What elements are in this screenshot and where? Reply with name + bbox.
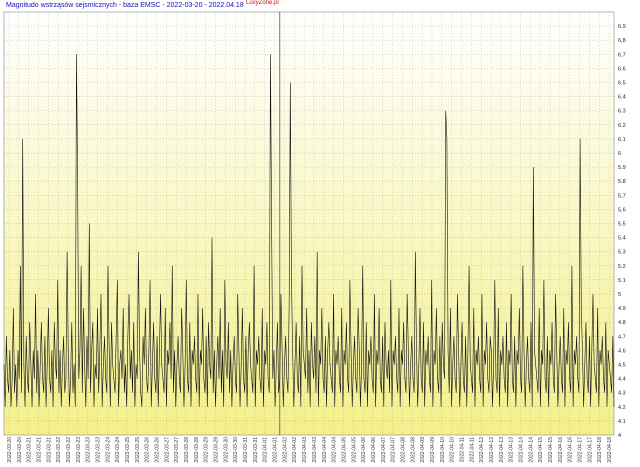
- y-tick-label: 5.9: [618, 165, 626, 171]
- x-tick-label: 2022-04-01: [273, 437, 279, 463]
- x-tick-label: 2022-03-31: [253, 437, 259, 463]
- x-tick-label: 2022-04-13: [509, 437, 515, 463]
- x-tick-label: 2022-03-22: [66, 437, 72, 463]
- y-tick-label: 4.6: [618, 348, 626, 354]
- x-tick-label: 2022-04-03: [302, 437, 308, 463]
- x-tick-label: 2022-04-13: [499, 437, 505, 463]
- x-tick-label: 2022-04-05: [341, 437, 347, 463]
- y-tick-label: 6.2: [618, 123, 626, 129]
- y-tick-label: 6.8: [618, 38, 626, 44]
- x-tick-label: 2022-04-10: [440, 437, 446, 463]
- y-tick-label: 4.3: [618, 391, 626, 397]
- x-tick-label: 2022-03-23: [76, 437, 82, 463]
- y-tick-label: 4.7: [618, 334, 626, 340]
- x-tick-label: 2022-03-31: [243, 437, 249, 463]
- y-tick-label: 4.8: [618, 320, 626, 326]
- y-tick-label: 5.4: [618, 236, 626, 242]
- y-tick-label: 5.3: [618, 250, 626, 256]
- x-tick-label: 2022-03-25: [135, 437, 141, 463]
- y-tick-label: 6.9: [618, 24, 626, 30]
- x-tick-label: 2022-04-06: [361, 437, 367, 463]
- y-tick-label: 5.7: [618, 193, 626, 199]
- y-tick-label: 5.5: [618, 222, 626, 228]
- x-tick-label: 2022-04-04: [332, 437, 338, 463]
- x-tick-label: 2022-03-22: [56, 437, 62, 463]
- x-tick-label: 2022-04-04: [322, 437, 328, 463]
- y-tick-label: 5.8: [618, 179, 626, 185]
- x-tick-label: 2022-03-24: [105, 437, 111, 463]
- x-tick-label: 2022-04-03: [312, 437, 318, 463]
- x-tick-label: 2022-04-07: [391, 437, 397, 463]
- y-tick-label: 4.2: [618, 405, 626, 411]
- y-tick-label: 6: [618, 151, 621, 157]
- x-tick-label: 2022-03-30: [233, 437, 239, 463]
- x-tick-label: 2022-04-11: [469, 437, 475, 462]
- y-tick-label: 5: [618, 292, 621, 298]
- x-tick-label: 2022-03-21: [27, 437, 33, 463]
- x-tick-label: 2022-04-05: [351, 437, 357, 463]
- y-tick-label: 6.5: [618, 81, 626, 87]
- x-tick-label: 2022-04-16: [558, 437, 564, 463]
- y-tick-label: 6.6: [618, 66, 626, 72]
- x-tick-label: 2022-03-27: [174, 437, 180, 463]
- x-tick-label: 2022-03-29: [204, 437, 210, 463]
- x-tick-label: 2022-04-17: [578, 437, 584, 463]
- y-tick-label: 6.4: [618, 95, 626, 101]
- x-tick-label: 2022-03-20: [17, 437, 23, 463]
- x-tick-label: 2022-04-15: [538, 437, 544, 463]
- x-tick-label: 2022-03-20: [7, 437, 13, 463]
- y-tick-label: 6.1: [618, 137, 626, 143]
- y-tick-label: 5.6: [618, 207, 626, 213]
- y-tick-label: 6.7: [618, 52, 626, 58]
- y-tick-label: 4.1: [618, 419, 626, 425]
- x-tick-label: 2022-04-12: [479, 437, 485, 463]
- x-tick-label: 2022-04-10: [450, 437, 456, 463]
- x-tick-label: 2022-03-24: [115, 437, 121, 463]
- x-tick-label: 2022-03-28: [194, 437, 200, 463]
- y-tick-label: 4: [618, 433, 621, 439]
- y-tick-label: 4.5: [618, 363, 626, 369]
- x-tick-label: 2022-03-26: [155, 437, 161, 463]
- x-tick-label: 2022-03-26: [145, 437, 151, 463]
- magnitude-line-chart: 4 4.1 4.2 4.3 4.4 4.5 4.6 4.7 4.8 4.9 5 5.1 5.2 5.3 5.…: [3, 11, 626, 463]
- x-tick-label: 2022-04-02: [292, 437, 298, 463]
- x-tick-label: 2022-04-15: [548, 437, 554, 463]
- x-tick-label: 2022-04-16: [568, 437, 574, 463]
- x-tick-label: 2022-04-09: [420, 437, 426, 463]
- x-tick-label: 2022-04-08: [410, 437, 416, 463]
- chart-container: 4 4.1 4.2 4.3 4.4 4.5 4.6 4.7 4.8 4.9 5 5.1 5.2 5.3 5.…: [0, 0, 640, 467]
- chart-title: Magnitudo wstrząsów sejsmicznych - baza …: [6, 2, 244, 9]
- y-tick-label: 5.2: [618, 264, 626, 270]
- x-tick-label: 2022-04-12: [489, 437, 495, 463]
- y-tick-label: 4.4: [618, 377, 626, 383]
- x-tick-label: 2022-04-14: [528, 437, 534, 463]
- x-tick-label: 2022-03-30: [223, 437, 229, 463]
- brand-link[interactable]: LuxyZone.pl: [246, 0, 279, 6]
- y-tick-label: 4.9: [618, 306, 626, 312]
- x-tick-label: 2022-04-09: [430, 437, 436, 463]
- x-tick-label: 2022-04-06: [371, 437, 377, 463]
- x-tick-label: 2022-04-08: [400, 437, 406, 463]
- x-tick-label: 2022-04-11: [460, 437, 466, 462]
- x-tick-label: 2022-04-18: [597, 437, 603, 463]
- y-axis-ticks: 4 4.1 4.2 4.3 4.4 4.5 4.6 4.7 4.8 4.9 5 5.1 5.2 5.3 5.…: [618, 24, 626, 439]
- x-tick-label: 2022-03-25: [125, 437, 131, 463]
- x-tick-label: 2022-04-02: [282, 437, 288, 463]
- x-tick-label: 2022-04-18: [607, 437, 613, 463]
- x-tick-label: 2022-03-23: [86, 437, 92, 463]
- x-tick-label: 2022-04-17: [587, 437, 593, 463]
- x-tick-label: 2022-04-14: [519, 437, 525, 463]
- x-tick-label: 2022-04-07: [381, 437, 387, 463]
- x-axis-ticks: 2022-03-20 2022-03-20 2022-03-21 2022-03-21…: [7, 437, 613, 463]
- x-tick-label: 2022-04-01: [263, 437, 269, 463]
- x-tick-label: 2022-03-27: [164, 437, 170, 463]
- y-tick-label: 5.1: [618, 278, 626, 284]
- y-tick-label: 6.3: [618, 109, 626, 115]
- x-tick-label: 2022-03-21: [36, 437, 42, 463]
- x-tick-label: 2022-03-23: [95, 437, 101, 463]
- x-tick-label: 2022-03-28: [184, 437, 190, 463]
- x-tick-label: 2022-03-29: [214, 437, 220, 463]
- x-tick-label: 2022-03-21: [46, 437, 52, 463]
